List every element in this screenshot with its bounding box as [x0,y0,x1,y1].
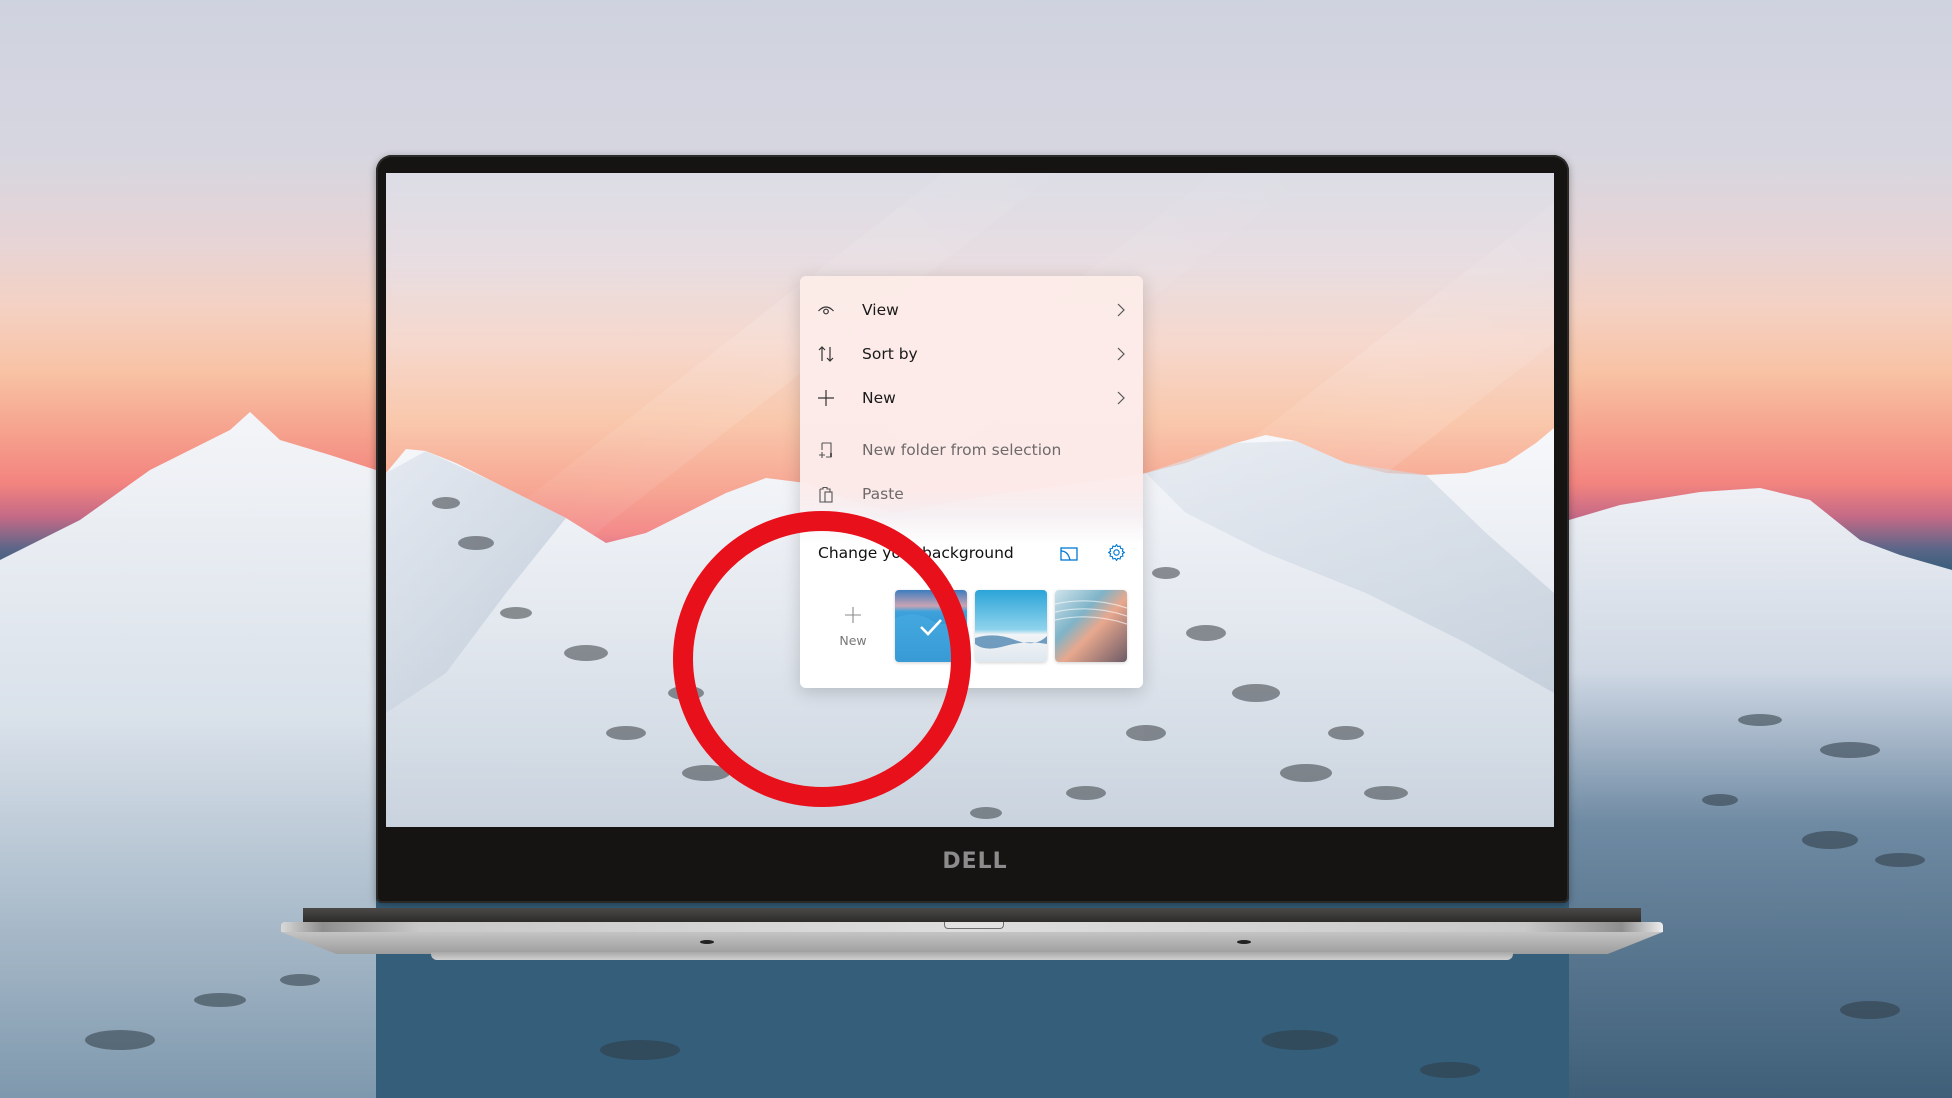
sort-arrows-icon [816,344,836,364]
gear-icon [1107,543,1126,566]
wallpaper-thumbnail-selected[interactable] [895,590,967,662]
menu-item-new-folder-from-selection[interactable]: New folder from selection [800,430,1143,470]
menu-item-new[interactable]: New [800,378,1143,418]
speaker-dot-right [1237,940,1251,944]
slideshow-icon [1060,546,1078,565]
wallpaper-thumbnail[interactable] [975,590,1047,662]
base-body [281,932,1663,954]
lid-open-notch [944,922,1004,929]
menu-item-paste[interactable]: Paste [800,474,1143,514]
chevron-right-icon [1115,302,1127,318]
speaker-dot-left [700,940,714,944]
menu-item-label: New folder from selection [862,441,1062,459]
add-new-background-button[interactable]: New [820,590,886,662]
menu-item-label: Paste [862,485,904,503]
dell-logo: DELL [942,849,1008,874]
menu-item-sort-by[interactable]: Sort by [800,334,1143,374]
slideshow-button[interactable] [1058,544,1080,566]
plus-icon [816,388,836,408]
thumbnail-image-white-desert [975,590,1047,662]
eye-icon [816,300,836,320]
base-foot [431,952,1513,960]
laptop-base [281,908,1663,962]
thumbnail-image-blue-snow [895,590,967,662]
chevron-right-icon [1115,390,1127,406]
desktop-context-menu: View Sort by New New folder from selecti… [800,276,1143,688]
hinge [303,908,1641,922]
new-folder-icon [816,440,836,460]
menu-item-view[interactable]: View [800,290,1143,330]
clipboard-icon [816,484,836,504]
menu-item-label: Sort by [862,345,918,363]
new-tile-label: New [839,632,867,648]
plus-icon [843,605,863,625]
background-settings-button[interactable] [1105,543,1127,565]
wallpaper-thumbnail[interactable] [1055,590,1127,662]
chevron-right-icon [1115,346,1127,362]
change-background-title: Change your background [818,544,1014,562]
thumbnail-image-coral-beach [1055,590,1127,662]
menu-item-label: New [862,389,896,407]
menu-item-label: View [862,301,899,319]
